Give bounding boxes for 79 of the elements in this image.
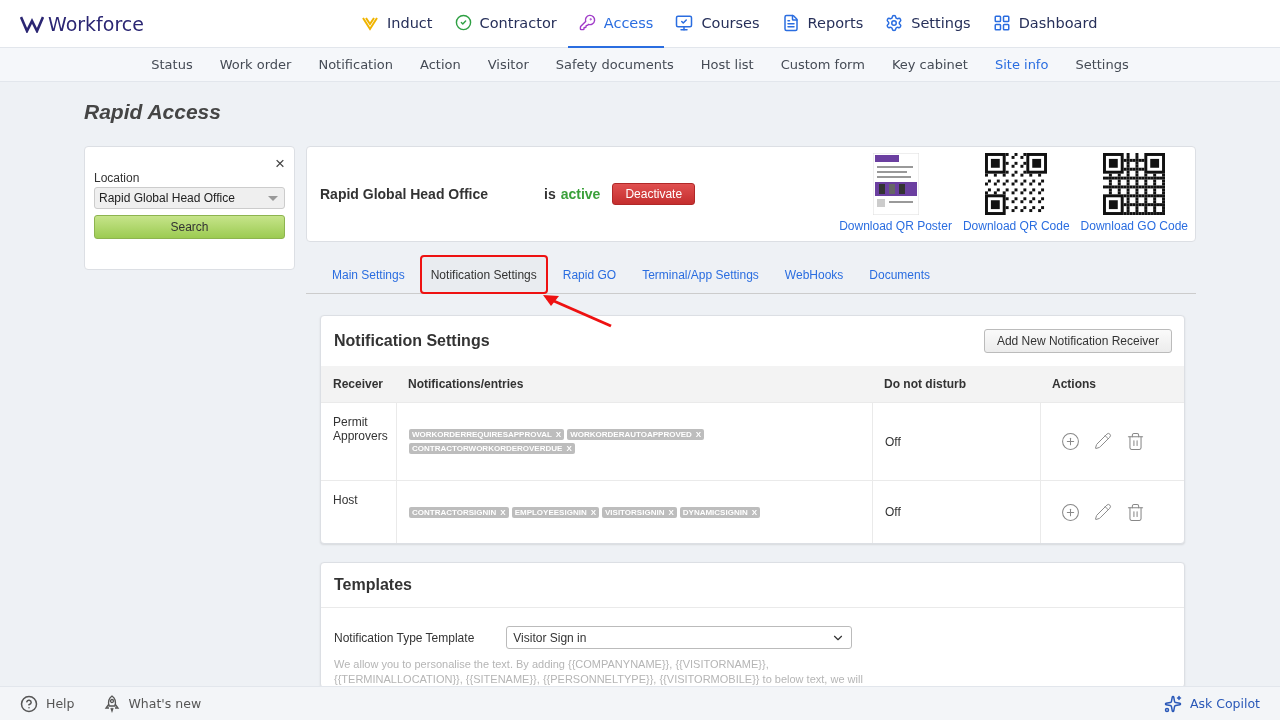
notification-tag: DYNAMICSIGNIN X: [679, 506, 760, 518]
settings-tab[interactable]: WebHooks: [774, 256, 854, 293]
help-link[interactable]: Help: [20, 694, 75, 713]
sub-nav-link[interactable]: Action: [420, 57, 461, 72]
poster-thumbnail-icon: [872, 153, 919, 215]
sub-nav-link[interactable]: Visitor: [487, 57, 529, 72]
site-status: is active: [544, 186, 601, 202]
notification-tag: EMPLOYEESIGNIN X: [511, 506, 599, 518]
notification-tag: WORKORDERAUTOAPPROVED X: [567, 429, 705, 440]
location-label: Location: [94, 171, 141, 185]
sub-nav-link[interactable]: Safety documents: [555, 57, 674, 72]
settings-tab[interactable]: Notification Settings: [420, 256, 547, 293]
notification-tag: CONTRACTORSIGNIN X: [409, 506, 509, 518]
help-text: We allow you to personalise the text. By adding {{COMPANYNAME}}, {{VISITORNAME}}, {{TERMINALLOCATION}}, {{SITENAME}}, {{PERSONNELTYPE}}, {{VISITORMOBILE}} to below text, we will: [334, 657, 864, 686]
template-select[interactable]: Visitor Sign in: [506, 626, 853, 649]
nav-tab[interactable]: Dashboard: [981, 0, 1109, 48]
column-header: Notifications/entries: [396, 366, 872, 402]
monitor-icon: [675, 13, 694, 32]
sub-nav-link[interactable]: Host list: [700, 57, 754, 72]
dashboard-icon: [992, 13, 1011, 32]
annotation-arrow: [541, 292, 613, 328]
settings-tab[interactable]: Terminal/App Settings: [632, 256, 769, 293]
settings-tab[interactable]: Main Settings: [322, 256, 415, 293]
notification-tag: CONTRACTORWORKORDEROVERDUE X: [409, 443, 575, 454]
nav-tab[interactable]: Courses: [664, 0, 771, 48]
check-circle-icon: [454, 14, 472, 31]
settings-tab[interactable]: Rapid GO: [552, 256, 627, 293]
settings-tab[interactable]: Documents: [859, 256, 941, 293]
page-title: Rapid Access: [84, 100, 222, 124]
add-icon[interactable]: [1061, 432, 1080, 451]
deactivate-button[interactable]: Deactivate: [612, 183, 696, 205]
notification-tag: WORKORDERREQUIRESAPPROVAL X: [409, 429, 565, 440]
add-icon[interactable]: [1061, 502, 1080, 522]
download-link[interactable]: Download QR Poster: [839, 219, 952, 233]
do-not-disturb-value: Off: [885, 434, 901, 449]
rocket-icon: [102, 694, 121, 713]
site-name: Rapid Global Head Office: [320, 186, 490, 202]
qr-code-icon: [1103, 153, 1166, 215]
nav-tab[interactable]: Contractor: [443, 0, 568, 48]
notification-tag: VISITORSIGNIN X: [602, 506, 677, 518]
template-label: Notification Type Template: [334, 630, 475, 645]
download-link[interactable]: Download GO Code: [1080, 219, 1188, 233]
receiver-name: Permit Approvers: [333, 415, 388, 443]
document-icon: [781, 13, 800, 32]
sub-nav-link[interactable]: Settings: [1075, 57, 1129, 72]
nav-tab[interactable]: Induct: [350, 0, 444, 48]
sub-nav-link[interactable]: Status: [151, 57, 193, 72]
add-receiver-button[interactable]: Add New Notification Receiver: [983, 329, 1172, 353]
help-icon: [20, 694, 38, 713]
nav-tab[interactable]: Settings: [874, 0, 982, 48]
logo-icon: [20, 14, 44, 33]
trash-icon[interactable]: [1126, 432, 1145, 451]
settings-icon: [885, 13, 904, 32]
sub-nav-link[interactable]: Custom form: [780, 57, 865, 72]
card-title: Templates: [334, 576, 412, 594]
qr-code-icon: [985, 153, 1048, 215]
card-title: Notification Settings: [334, 332, 490, 350]
nav-tab[interactable]: Reports: [770, 0, 875, 48]
sub-nav-link[interactable]: Work order: [219, 57, 292, 72]
close-button[interactable]: ×: [275, 157, 285, 171]
copilot-link[interactable]: Ask Copilot: [1163, 694, 1260, 713]
pencil-icon[interactable]: [1094, 502, 1112, 521]
search-button[interactable]: Search: [94, 215, 285, 239]
whats-new-link[interactable]: What's new: [102, 694, 202, 713]
download-link[interactable]: Download QR Code: [962, 219, 1070, 233]
key-icon: [578, 14, 596, 31]
sub-nav-link[interactable]: Notification: [318, 57, 393, 72]
trash-icon[interactable]: [1126, 502, 1145, 522]
do-not-disturb-value: Off: [885, 505, 901, 519]
column-header: Do not disturb: [872, 366, 1040, 402]
sub-nav-link[interactable]: Key cabinet: [891, 57, 968, 72]
sub-nav-link[interactable]: Site info: [994, 57, 1049, 72]
receiver-name: Host: [333, 493, 358, 507]
brand-name: Workforce: [48, 12, 144, 35]
column-header: Actions: [1040, 366, 1184, 402]
pencil-icon[interactable]: [1094, 432, 1112, 450]
sparkle-icon: [1163, 694, 1182, 713]
column-header: Receiver: [321, 366, 396, 402]
location-select[interactable]: Rapid Global Head Office: [94, 187, 285, 209]
